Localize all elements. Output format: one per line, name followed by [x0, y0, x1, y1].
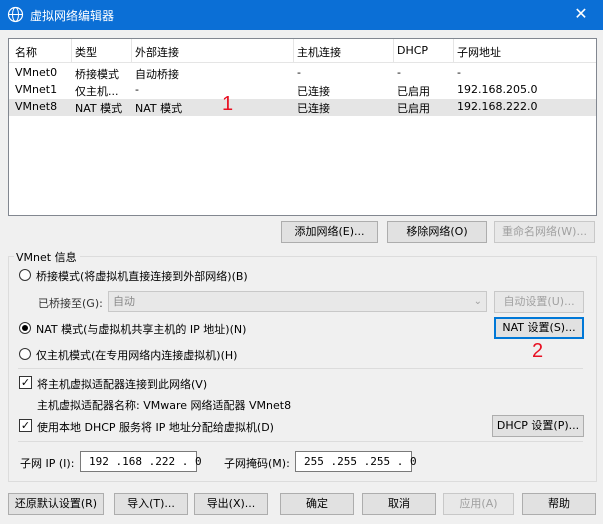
cell-subnet: - [457, 66, 461, 79]
restore-defaults-button[interactable]: 还原默认设置(R) [8, 493, 104, 515]
ok-button[interactable]: 确定 [280, 493, 354, 515]
subnet-mask-input[interactable]: 255 .255 .255 . 0 [295, 451, 417, 472]
cell-type: 桥接模式 [75, 68, 119, 81]
cell-host: 已连接 [297, 102, 330, 115]
remove-network-button[interactable]: 移除网络(O) [387, 221, 487, 243]
column-header-name[interactable]: 名称 [15, 44, 71, 60]
help-button[interactable]: 帮助 [522, 493, 596, 515]
group-border [80, 256, 597, 257]
cell-subnet: 192.168.205.0 [457, 83, 538, 96]
title-bar: 虚拟网络编辑器 ✕ [0, 0, 603, 30]
cell-name: VMnet0 [15, 66, 58, 79]
bridged-to-select[interactable]: 自动 ⌄ [108, 291, 487, 312]
cell-name: VMnet8 [15, 100, 58, 113]
use-dhcp-label[interactable]: 使用本地 DHCP 服务将 IP 地址分配给虚拟机(D) [37, 419, 274, 435]
hostonly-mode-radio[interactable] [19, 348, 31, 360]
connect-adapter-label[interactable]: 将主机虚拟适配器连接到此网络(V) [37, 376, 207, 392]
apply-button[interactable]: 应用(A) [443, 493, 514, 515]
window-title: 虚拟网络编辑器 [30, 9, 115, 23]
subnet-ip-label: 子网 IP (I): [20, 457, 75, 470]
network-globe-icon [7, 6, 24, 23]
rename-network-button[interactable]: 重命名网络(W)... [494, 221, 595, 243]
cell-external: NAT 模式 [135, 102, 183, 115]
bridge-mode-radio[interactable] [19, 269, 31, 281]
vmnet-info-group [8, 256, 597, 482]
close-button[interactable]: ✕ [559, 0, 603, 30]
use-dhcp-checkbox[interactable]: ✓ [19, 419, 32, 432]
table-row-selected[interactable]: VMnet8 NAT 模式 NAT 模式 已连接 已启用 192.168.222… [9, 99, 596, 116]
cell-host: - [297, 66, 301, 79]
list-header: 名称 类型 外部连接 主机连接 DHCP 子网地址 [9, 39, 596, 63]
chevron-down-icon: ⌄ [473, 296, 482, 307]
dhcp-settings-button[interactable]: DHCP 设置(P)... [492, 415, 584, 437]
radio-selected-dot [22, 325, 28, 331]
vmnet-info-title: VMnet 信息 [16, 251, 77, 264]
group-border [8, 256, 14, 257]
cell-name: VMnet1 [15, 83, 58, 96]
auto-settings-button[interactable]: 自动设置(U)... [494, 291, 584, 313]
cell-type: 仅主机... [75, 85, 119, 98]
column-header-dhcp[interactable]: DHCP [397, 44, 453, 60]
column-header-subnet[interactable]: 子网地址 [457, 44, 595, 60]
adapter-name-label: 主机虚拟适配器名称: VMware 网络适配器 VMnet8 [37, 399, 292, 412]
cell-external: - [135, 83, 139, 96]
network-list[interactable]: 名称 类型 外部连接 主机连接 DHCP 子网地址 VMnet0 桥接模式 自动… [8, 38, 597, 216]
column-header-type[interactable]: 类型 [75, 44, 131, 60]
cancel-button[interactable]: 取消 [362, 493, 436, 515]
column-header-external[interactable]: 外部连接 [135, 44, 293, 60]
annotation-mark-1: 1 [222, 93, 234, 115]
subnet-ip-input[interactable]: 192 .168 .222 . 0 [80, 451, 202, 472]
subnet-mask-label: 子网掩码(M): [224, 457, 290, 470]
column-header-host[interactable]: 主机连接 [297, 44, 393, 60]
cell-dhcp: 已启用 [397, 102, 430, 115]
cell-dhcp: 已启用 [397, 85, 430, 98]
nat-mode-radio[interactable] [19, 322, 31, 334]
annotation-mark-2: 2 [532, 340, 544, 362]
column-divider[interactable] [293, 39, 294, 63]
nat-settings-button[interactable]: NAT 设置(S)... [494, 317, 584, 339]
cell-subnet: 192.168.222.0 [457, 100, 538, 113]
column-divider[interactable] [131, 39, 132, 63]
column-divider[interactable] [453, 39, 454, 63]
export-button[interactable]: 导出(X)... [194, 493, 268, 515]
divider [18, 441, 583, 442]
table-row[interactable]: VMnet1 仅主机... - 已连接 已启用 192.168.205.0 [9, 82, 596, 99]
connect-adapter-checkbox[interactable]: ✓ [19, 376, 32, 389]
bridge-mode-label[interactable]: 桥接模式(将虚拟机直接连接到外部网络)(B) [36, 268, 248, 284]
column-divider[interactable] [393, 39, 394, 63]
bridged-to-label: 已桥接至(G): [38, 297, 103, 310]
nat-mode-label[interactable]: NAT 模式(与虚拟机共享主机的 IP 地址)(N) [36, 321, 246, 337]
import-button[interactable]: 导入(T)... [114, 493, 188, 515]
hostonly-mode-label[interactable]: 仅主机模式(在专用网络内连接虚拟机)(H) [36, 347, 237, 363]
bridged-to-value: 自动 [113, 295, 135, 308]
table-row[interactable]: VMnet0 桥接模式 自动桥接 - - - [9, 65, 596, 82]
cell-host: 已连接 [297, 85, 330, 98]
cell-external: 自动桥接 [135, 68, 179, 81]
column-divider[interactable] [71, 39, 72, 63]
divider [18, 368, 583, 369]
close-icon: ✕ [574, 4, 588, 23]
cell-type: NAT 模式 [75, 102, 123, 115]
add-network-button[interactable]: 添加网络(E)... [281, 221, 378, 243]
cell-dhcp: - [397, 66, 401, 79]
